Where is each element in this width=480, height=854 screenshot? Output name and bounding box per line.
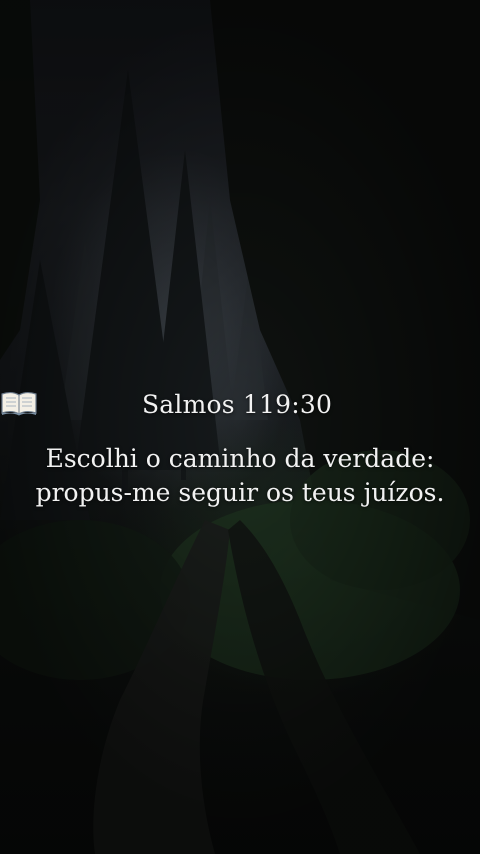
vignette xyxy=(0,0,480,854)
verse-line-2: propus-me seguir os teus juízos. xyxy=(35,478,445,507)
verse-text: Escolhi o caminho da verdade: propus-me … xyxy=(0,442,480,510)
verse-line-1: Escolhi o caminho da verdade: xyxy=(45,444,435,473)
forest-path-background: Salmos 119:30 Escolhi o caminho da verda… xyxy=(0,0,480,854)
verse-reference: Salmos 119:30 xyxy=(0,390,480,419)
reference-text: Salmos 119:30 xyxy=(141,390,333,419)
